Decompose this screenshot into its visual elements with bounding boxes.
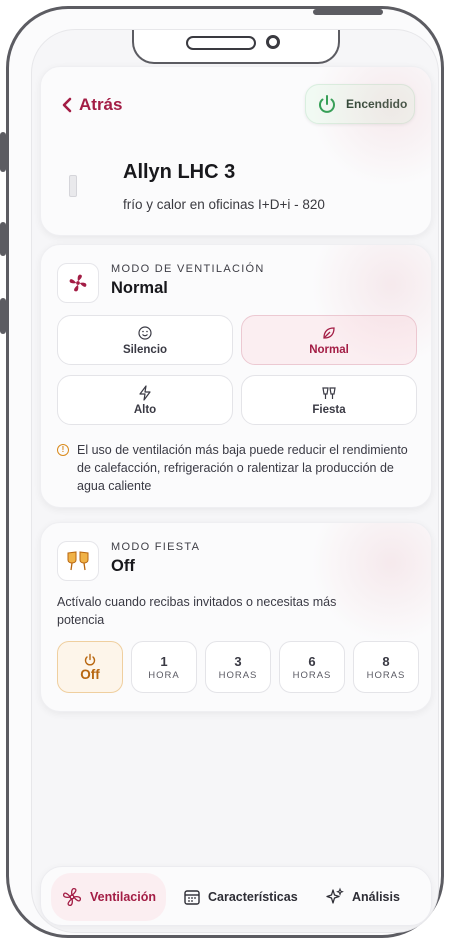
sparkles-icon xyxy=(326,887,344,904)
baby-icon xyxy=(138,325,152,340)
mode-label: Silencio xyxy=(122,343,168,356)
nav-label: Características xyxy=(208,890,298,904)
cheers-icon xyxy=(67,551,89,571)
chevron-left-icon xyxy=(62,97,72,113)
app-screen: Atrás Encendido Allyn LHC 3 frío y calor… xyxy=(31,29,439,933)
leaf-icon xyxy=(323,326,335,339)
front-camera xyxy=(266,35,280,49)
duration-value: 3 xyxy=(234,653,242,669)
nav-ventilacion[interactable]: Ventilación xyxy=(51,873,166,921)
device-subtitle: frío y calor en oficinas I+D+i - 820 xyxy=(123,197,325,212)
party-description: Actívalo cuando recibas invitados o nece… xyxy=(57,595,337,627)
duration-value: 6 xyxy=(308,653,316,669)
ventilation-mode-card: MODO DE VENTILACIÓN Normal Silencio Norm… xyxy=(40,244,432,508)
ventilation-warning: ! El uso de ventilación más baja puede r… xyxy=(57,441,425,495)
calendar-icon xyxy=(184,890,200,905)
duration-8h-button[interactable]: 8 HORAS xyxy=(353,641,419,693)
fan-icon xyxy=(69,274,87,292)
duration-6h-button[interactable]: 6 HORAS xyxy=(279,641,345,693)
nav-caracteristicas[interactable]: Características xyxy=(183,873,298,921)
duration-1h-button[interactable]: 1 HORA xyxy=(131,641,197,693)
nav-analisis[interactable]: Análisis xyxy=(325,873,400,921)
power-icon xyxy=(319,95,335,113)
duration-value: Off xyxy=(80,666,100,682)
phone-frame: Atrás Encendido Allyn LHC 3 frío y calor… xyxy=(6,6,444,938)
phone-side-button xyxy=(0,222,6,256)
phone-top-button xyxy=(313,9,383,15)
duration-unit: HORAS xyxy=(366,669,406,681)
power-label: Encendido xyxy=(346,97,408,111)
nav-label: Análisis xyxy=(352,890,400,904)
mode-silencio-button[interactable]: Silencio xyxy=(57,315,233,365)
warning-icon: ! xyxy=(57,444,69,456)
device-image xyxy=(69,175,77,197)
duration-unit: HORA xyxy=(148,669,180,681)
mode-fiesta-button[interactable]: Fiesta xyxy=(241,375,417,425)
power-toggle[interactable]: Encendido xyxy=(305,84,415,124)
duration-unit: HORAS xyxy=(218,669,258,681)
duration-value: 8 xyxy=(382,653,390,669)
nav-label: Ventilación xyxy=(90,890,156,904)
mode-label: Fiesta xyxy=(312,403,346,416)
power-icon xyxy=(84,653,96,665)
device-header-card: Atrás Encendido Allyn LHC 3 frío y calor… xyxy=(40,66,432,236)
mode-label: Alto xyxy=(133,403,157,416)
party-section-label: MODO FIESTA xyxy=(111,541,201,553)
phone-side-button xyxy=(0,298,6,334)
ventilation-current-mode: Normal xyxy=(111,279,168,297)
lightning-icon xyxy=(139,384,151,401)
phone-side-button xyxy=(0,132,6,172)
mode-alto-button[interactable]: Alto xyxy=(57,375,233,425)
speaker-grille xyxy=(186,36,256,50)
warning-text: El uso de ventilación más baja puede red… xyxy=(77,443,408,493)
duration-off-button[interactable]: Off xyxy=(57,641,123,693)
fan-section-icon xyxy=(57,263,99,303)
party-current-value: Off xyxy=(111,557,135,575)
mode-normal-button[interactable]: Normal xyxy=(241,315,417,365)
duration-value: 1 xyxy=(160,653,168,669)
bottom-navigation: Ventilación Características Análisis xyxy=(40,866,432,926)
duration-3h-button[interactable]: 3 HORAS xyxy=(205,641,271,693)
cheers-icon xyxy=(322,386,336,399)
notch xyxy=(132,30,340,64)
party-mode-card: MODO FIESTA Off Actívalo cuando recibas … xyxy=(40,522,432,712)
ventilation-section-label: MODO DE VENTILACIÓN xyxy=(111,263,265,275)
duration-unit: HORAS xyxy=(292,669,332,681)
device-name: Allyn LHC 3 xyxy=(123,161,236,183)
fan-icon xyxy=(62,887,82,907)
back-label: Atrás xyxy=(79,95,123,114)
back-button[interactable]: Atrás xyxy=(61,95,122,115)
mode-label: Normal xyxy=(309,343,349,356)
party-section-icon xyxy=(57,541,99,581)
